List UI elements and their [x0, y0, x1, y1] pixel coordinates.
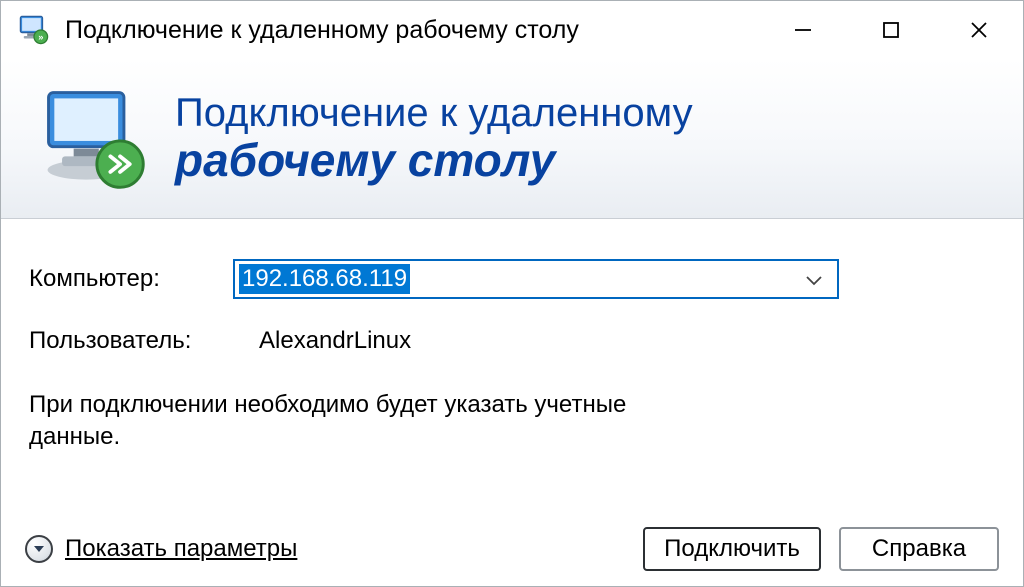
form-body: Компьютер: 192.168.68.119 Пользователь: …	[1, 219, 1023, 454]
banner-text: Подключение к удаленному рабочему столу	[175, 92, 693, 184]
banner-line1: Подключение к удаленному	[175, 92, 693, 134]
banner-line2: рабочему столу	[175, 136, 693, 184]
credentials-info: При подключении необходимо будет указать…	[29, 389, 669, 454]
maximize-icon	[881, 20, 901, 40]
user-label: Пользователь:	[29, 327, 259, 355]
computer-value: 192.168.68.119	[239, 264, 410, 294]
minimize-icon	[792, 19, 814, 41]
close-icon	[968, 19, 990, 41]
show-options-toggle[interactable]: Показать параметры	[25, 535, 297, 563]
window-title: Подключение к удаленному рабочему столу	[65, 16, 759, 45]
chevron-down-circle-icon	[25, 535, 53, 563]
computer-row: Компьютер: 192.168.68.119	[29, 259, 995, 299]
user-value: AlexandrLinux	[259, 327, 411, 355]
computer-label: Компьютер:	[29, 265, 233, 293]
help-button[interactable]: Справка	[839, 527, 999, 571]
close-button[interactable]	[935, 1, 1023, 59]
rdp-app-icon: »	[17, 13, 51, 47]
connect-button[interactable]: Подключить	[643, 527, 821, 571]
banner: Подключение к удаленному рабочему столу	[1, 59, 1023, 219]
footer: Показать параметры Подключить Справка	[1, 512, 1023, 586]
svg-text:»: »	[38, 32, 43, 42]
user-row: Пользователь: AlexandrLinux	[29, 327, 995, 355]
chevron-down-icon	[805, 265, 823, 293]
maximize-button[interactable]	[847, 1, 935, 59]
computer-combobox[interactable]: 192.168.68.119	[233, 259, 839, 299]
titlebar: » Подключение к удаленному рабочему стол…	[1, 1, 1023, 59]
rdp-banner-icon	[35, 81, 151, 197]
window-controls	[759, 1, 1023, 59]
minimize-button[interactable]	[759, 1, 847, 59]
rdp-window: » Подключение к удаленному рабочему стол…	[0, 0, 1024, 587]
show-options-label: Показать параметры	[65, 535, 297, 563]
